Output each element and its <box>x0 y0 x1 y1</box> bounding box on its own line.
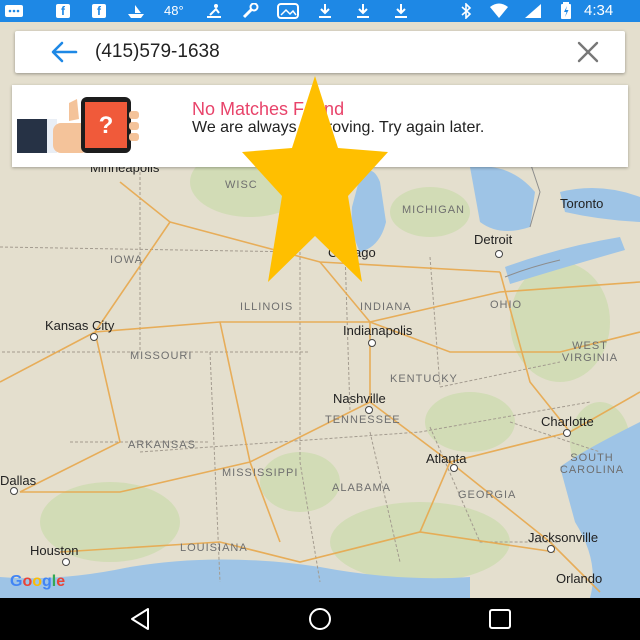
state-label-louisiana: LOUISIANA <box>180 542 248 554</box>
state-label-ohio: OHIO <box>490 299 523 311</box>
svg-text:?: ? <box>99 112 114 139</box>
city-label-atlanta: Atlanta <box>426 451 467 466</box>
state-label-missouri: MISSOURI <box>130 350 193 362</box>
back-nav-icon[interactable] <box>128 607 154 631</box>
city-dot-dallas <box>10 487 18 495</box>
facebook-icon: f <box>92 3 106 19</box>
state-label-alabama: ALABAMA <box>332 482 391 494</box>
state-label-illinois: ILLINOIS <box>240 301 294 313</box>
navigation-bar <box>0 598 640 640</box>
clock: 4:34 <box>584 2 614 19</box>
message-icon <box>4 3 24 19</box>
download-icon <box>393 3 409 19</box>
city-dot-detroit <box>495 250 503 258</box>
clear-icon[interactable] <box>577 41 599 63</box>
facebook-icon: f <box>56 3 70 19</box>
state-label-iowa: IOWA <box>110 254 143 266</box>
boat-icon <box>126 3 146 19</box>
city-label-orlando: Orlando <box>556 571 603 586</box>
state-label-kentucky: KENTUCKY <box>390 373 458 385</box>
wrench-icon <box>240 3 260 19</box>
rowing-icon <box>204 3 224 19</box>
city-dot-indianapolis <box>368 339 376 347</box>
city-label-toronto: Toronto <box>560 196 604 211</box>
battery-icon <box>560 2 572 19</box>
search-bar <box>15 31 625 73</box>
city-label-jacksonville: Jacksonville <box>528 530 599 545</box>
city-dot-jacksonville <box>547 545 555 553</box>
download-icon <box>317 3 333 19</box>
city-label-kansas-city: Kansas City <box>45 318 115 333</box>
city-dot-atlanta <box>450 464 458 472</box>
wifi-icon <box>489 3 509 19</box>
state-label-south-carolina: SOUTH CAROLINA <box>559 452 625 476</box>
city-dot-nashville <box>365 406 373 414</box>
city-label-indianapolis: Indianapolis <box>343 323 413 338</box>
state-label-arkansas: ARKANSAS <box>128 439 196 451</box>
phone-search-input[interactable] <box>95 37 565 67</box>
state-label-georgia: GEORGIA <box>458 489 517 501</box>
back-arrow-icon[interactable] <box>49 39 79 65</box>
download-icon <box>355 3 371 19</box>
phone-question-illustration-icon: ? <box>17 97 139 153</box>
city-label-dallas: Dallas <box>0 473 37 488</box>
gallery-icon <box>277 3 299 19</box>
recents-nav-icon[interactable] <box>487 607 513 631</box>
state-label-tennessee: TENNESSEE <box>325 414 401 426</box>
star-icon <box>242 76 388 282</box>
city-label-detroit: Detroit <box>474 232 513 247</box>
state-label-indiana: INDIANA <box>360 301 412 313</box>
bluetooth-icon <box>460 3 472 19</box>
state-label-west-virginia: WEST VIRGINIA <box>561 340 619 364</box>
city-dot-charlotte <box>563 429 571 437</box>
temperature-label: 48° <box>164 3 184 18</box>
state-label-mississippi: MISSISSIPPI <box>222 467 299 479</box>
signal-icon <box>524 3 542 19</box>
google-logo: Google <box>10 573 66 590</box>
city-label-nashville: Nashville <box>333 391 386 406</box>
home-nav-icon[interactable] <box>307 607 333 631</box>
city-dot-kansas-city <box>90 333 98 341</box>
status-bar: f f 48° 4:34 <box>0 0 640 22</box>
state-label-michigan: MICHIGAN <box>402 204 465 216</box>
city-label-charlotte: Charlotte <box>541 414 594 429</box>
city-label-houston: Houston <box>30 543 79 558</box>
city-dot-houston <box>62 558 70 566</box>
